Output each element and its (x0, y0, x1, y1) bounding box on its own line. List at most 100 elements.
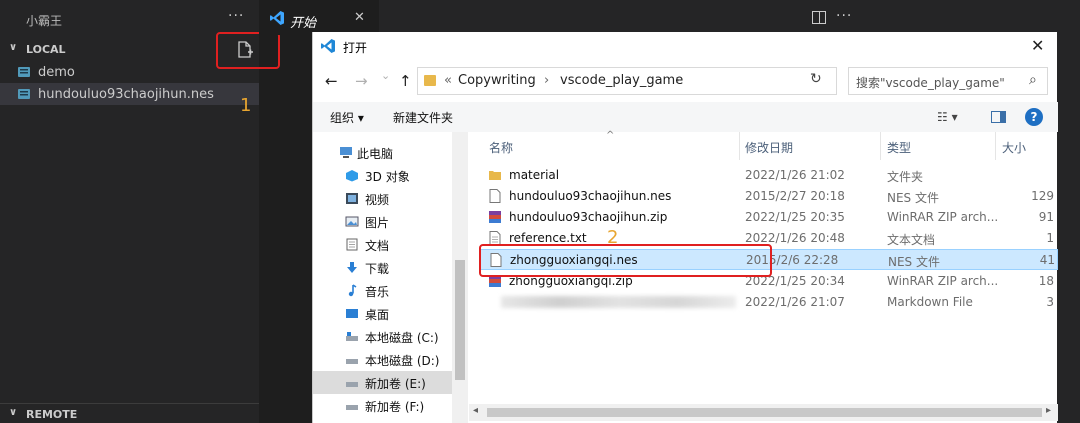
nav-pane-scrollbar[interactable] (452, 132, 468, 423)
help-icon[interactable]: ? (1025, 108, 1043, 126)
remote-section-label: REMOTE (26, 408, 78, 421)
file-row[interactable]: hundouluo93chaojihun.zip 2022/1/25 20:35… (479, 207, 1058, 228)
forward-arrow-icon[interactable]: → (355, 72, 368, 90)
file-size: 91 (1038, 210, 1054, 224)
nav-label: 此电脑 (357, 147, 394, 161)
tab-start[interactable]: 开始 ✕ (259, 0, 379, 35)
drive-icon (346, 405, 358, 410)
explorer-sidebar: 小霸王 ··· ∨ LOCAL demo hundouluo93chaojihu… (0, 0, 280, 423)
breadcrumb-vscode-play-game[interactable]: vscode_play_game (560, 73, 683, 88)
sidebar-more-button[interactable]: ··· (228, 8, 244, 24)
scrollbar-thumb[interactable] (455, 260, 465, 380)
file-type: 文件夹 (887, 170, 924, 184)
editor-more-button[interactable]: ··· (836, 8, 852, 24)
organize-button[interactable]: 组织 ▾ (330, 109, 364, 126)
file-date: 2015/2/27 20:18 (745, 189, 845, 203)
column-header-name[interactable]: 名称 (489, 139, 513, 156)
sidebar-item-demo[interactable]: demo (0, 61, 259, 83)
address-bar[interactable]: « Copywriting › vscode_play_game › (417, 67, 837, 95)
nav-3d-objects[interactable]: 3D 对象 (313, 164, 453, 187)
file-name: reference.txt (509, 231, 587, 245)
column-divider[interactable] (995, 132, 996, 160)
breadcrumb-separator[interactable]: › (544, 73, 549, 88)
vscode-logo-icon (270, 11, 284, 25)
up-arrow-icon[interactable]: ↑ (399, 72, 412, 90)
computer-icon (340, 147, 352, 158)
nav-drive-e[interactable]: 新加卷 (E:) (313, 371, 453, 394)
sidebar-item-hundouluo[interactable]: hundouluo93chaojihun.nes (0, 83, 259, 105)
horizontal-scrollbar[interactable]: ◂ ▸ (469, 404, 1058, 421)
scrollbar-thumb[interactable] (487, 408, 1042, 417)
nav-label: 图片 (365, 216, 390, 230)
file-row[interactable]: 2022/1/26 21:07 Markdown File 3 (479, 292, 1058, 313)
video-icon (346, 193, 358, 204)
file-size: 3 (1046, 295, 1054, 309)
drive-icon (346, 332, 358, 341)
nav-downloads[interactable]: 下载 (313, 256, 453, 279)
3d-objects-icon (346, 170, 358, 182)
file-size: 18 (1038, 274, 1054, 288)
column-header-type[interactable]: 类型 (887, 139, 911, 156)
scroll-left-icon[interactable]: ◂ (473, 405, 478, 416)
remote-section-header[interactable]: ∨ REMOTE (0, 403, 259, 423)
local-section-label: LOCAL (26, 43, 66, 56)
music-icon (348, 284, 357, 297)
nav-documents[interactable]: 文档 (313, 233, 453, 256)
vscode-logo-icon (321, 39, 335, 53)
tab-close-icon[interactable]: ✕ (354, 10, 365, 25)
back-arrow-icon[interactable]: ← (325, 72, 338, 90)
nav-videos[interactable]: 视频 (313, 187, 453, 210)
nav-label: 音乐 (365, 285, 390, 299)
nav-drive-f[interactable]: 新加卷 (F:) (313, 394, 453, 417)
nav-label: 视频 (365, 193, 390, 207)
nav-label: 新加卷 (F:) (365, 400, 425, 414)
column-header-date[interactable]: 修改日期 (745, 139, 793, 156)
refresh-icon[interactable]: ↻ (810, 71, 822, 87)
dialog-toolbar: 组织 ▾ 新建文件夹 ☷ ▾ ? (313, 102, 1058, 132)
new-folder-button[interactable]: 新建文件夹 (393, 109, 453, 126)
recent-locations-icon[interactable]: ⌄ (381, 69, 390, 82)
annotation-2: 2 (607, 227, 619, 248)
breadcrumb-overflow[interactable]: « (444, 73, 452, 88)
dialog-title: 打开 (343, 41, 368, 55)
search-placeholder: 搜索"vscode_play_game" (856, 76, 1005, 90)
nes-file-icon (18, 89, 30, 99)
breadcrumb-separator[interactable]: › (675, 73, 680, 88)
column-header-size[interactable]: 大小 (1002, 139, 1026, 156)
pictures-icon (345, 216, 359, 227)
nav-desktop[interactable]: 桌面 (313, 302, 453, 325)
navigation-pane: 此电脑 3D 对象 视频 图片 文档 下载 音乐 桌面 本地磁盘 (C:) 本地… (313, 132, 468, 423)
search-box[interactable]: 搜索"vscode_play_game" ⌕ (848, 67, 1048, 95)
file-row[interactable]: material 2022/1/26 21:02 文件夹 (479, 165, 1058, 186)
split-editor-icon[interactable] (812, 11, 826, 24)
file-name: hundouluo93chaojihun.zip (509, 210, 668, 224)
nav-drive-c[interactable]: 本地磁盘 (C:) (313, 325, 453, 348)
file-type: NES 文件 (888, 255, 940, 269)
nav-label: 本地磁盘 (D:) (365, 354, 440, 368)
preview-pane-icon[interactable] (991, 111, 1006, 123)
nav-drive-d[interactable]: 本地磁盘 (D:) (313, 348, 453, 371)
search-icon[interactable]: ⌕ (1029, 72, 1037, 88)
sort-indicator-icon: ^ (606, 130, 615, 141)
sidebar-item-label: demo (38, 65, 75, 80)
chevron-down-icon: ∨ (9, 42, 18, 53)
sidebar-item-label: hundouluo93chaojihun.nes (38, 87, 214, 102)
file-type: WinRAR ZIP arch... (887, 210, 999, 224)
column-divider[interactable] (739, 132, 740, 160)
nav-label: 新加卷 (E:) (365, 377, 426, 391)
nav-label: 3D 对象 (365, 170, 410, 184)
sidebar-title: 小霸王 (26, 14, 63, 28)
view-options-icon[interactable]: ☷ ▾ (937, 110, 958, 124)
nav-this-pc[interactable]: 此电脑 (313, 141, 453, 164)
nav-music[interactable]: 音乐 (313, 279, 453, 302)
scroll-right-icon[interactable]: ▸ (1046, 405, 1051, 416)
column-divider[interactable] (880, 132, 881, 160)
nav-pictures[interactable]: 图片 (313, 210, 453, 233)
nav-label: 下载 (365, 262, 390, 276)
close-icon[interactable]: ✕ (1031, 36, 1044, 55)
file-row[interactable]: hundouluo93chaojihun.nes 2015/2/27 20:18… (479, 186, 1058, 207)
blurred-filename (501, 296, 736, 308)
file-type: NES 文件 (887, 191, 939, 205)
breadcrumb-copywriting[interactable]: Copywriting (458, 73, 536, 88)
nav-label: 桌面 (365, 308, 390, 322)
